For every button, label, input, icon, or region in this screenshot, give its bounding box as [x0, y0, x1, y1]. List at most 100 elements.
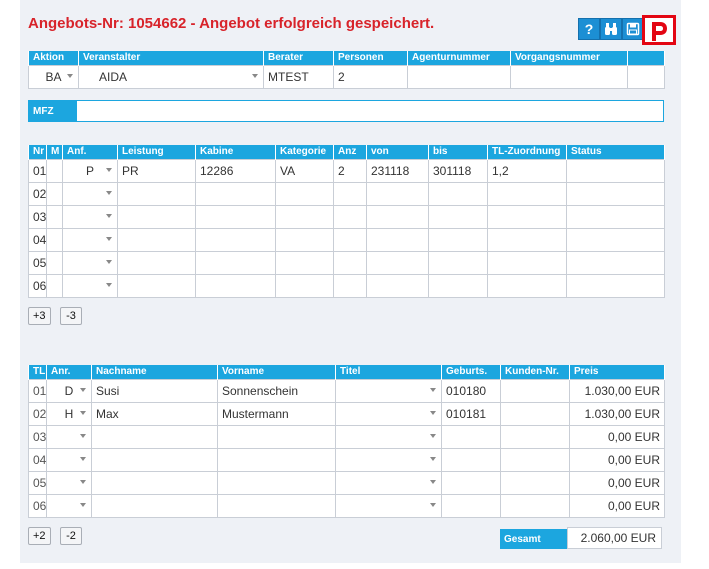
cell-leistung[interactable]	[117, 227, 196, 252]
cell-anr[interactable]	[46, 447, 92, 472]
cell-anr[interactable]: D	[46, 378, 92, 403]
cell-kabine[interactable]	[195, 250, 276, 275]
cell-anf[interactable]	[62, 181, 118, 206]
cell-leistung[interactable]	[117, 204, 196, 229]
cell-titel[interactable]	[335, 401, 442, 426]
cell-vorname[interactable]: Sonnenschein	[217, 378, 336, 403]
mfz-input[interactable]	[77, 101, 663, 121]
cell-von[interactable]	[366, 273, 429, 298]
cell-kabine[interactable]	[195, 204, 276, 229]
cell-anf[interactable]	[62, 204, 118, 229]
cell-m[interactable]	[46, 250, 63, 275]
cell-nachname[interactable]: Susi	[91, 378, 218, 403]
cell-status[interactable]	[566, 158, 665, 183]
search-button[interactable]	[600, 18, 622, 40]
cell-anr[interactable]	[46, 424, 92, 449]
cell-titel[interactable]	[335, 424, 442, 449]
cell-tl[interactable]	[487, 227, 567, 252]
cell-m[interactable]	[46, 227, 63, 252]
cell-von[interactable]	[366, 250, 429, 275]
cell-nachname[interactable]	[91, 447, 218, 472]
cell-kunden[interactable]	[500, 493, 570, 518]
cell-geburts[interactable]	[441, 424, 501, 449]
cell-anf[interactable]	[62, 227, 118, 252]
cell-geburts[interactable]	[441, 447, 501, 472]
cell-anr[interactable]	[46, 470, 92, 495]
cell-titel[interactable]	[335, 378, 442, 403]
cell-kunden[interactable]	[500, 424, 570, 449]
cell-vorname[interactable]	[217, 424, 336, 449]
cell-anf[interactable]	[62, 250, 118, 275]
remove-services-button[interactable]: -3	[60, 307, 82, 325]
cell-kunden[interactable]	[500, 470, 570, 495]
cell-kunden[interactable]	[500, 378, 570, 403]
p-logo-button[interactable]	[642, 15, 676, 45]
cell-m[interactable]	[46, 204, 63, 229]
cell-anz[interactable]: 2	[333, 158, 367, 183]
cell-kategorie[interactable]	[275, 250, 334, 275]
cell-vorname[interactable]	[217, 470, 336, 495]
cell-status[interactable]	[566, 181, 665, 206]
berater-field[interactable]: MTEST	[263, 64, 334, 89]
cell-von[interactable]: 231118	[366, 158, 429, 183]
cell-tl[interactable]	[487, 204, 567, 229]
cell-von[interactable]	[366, 227, 429, 252]
aktion-select[interactable]: BA	[28, 64, 79, 89]
cell-kategorie[interactable]	[275, 227, 334, 252]
cell-anr[interactable]: H	[46, 401, 92, 426]
cell-nachname[interactable]	[91, 493, 218, 518]
cell-anz[interactable]	[333, 227, 367, 252]
cell-status[interactable]	[566, 250, 665, 275]
cell-anz[interactable]	[333, 273, 367, 298]
cell-von[interactable]	[366, 204, 429, 229]
cell-titel[interactable]	[335, 493, 442, 518]
cell-kunden[interactable]	[500, 447, 570, 472]
cell-m[interactable]	[46, 158, 63, 183]
cell-status[interactable]	[566, 273, 665, 298]
add-services-button[interactable]: +3	[28, 307, 51, 325]
cell-tl[interactable]: 1,2	[487, 158, 567, 183]
cell-anf[interactable]: P	[62, 158, 118, 183]
cell-kategorie[interactable]	[275, 204, 334, 229]
cell-leistung[interactable]: PR	[117, 158, 196, 183]
cell-kabine[interactable]	[195, 227, 276, 252]
cell-kategorie[interactable]	[275, 181, 334, 206]
agenturnummer-field[interactable]	[407, 64, 511, 89]
cell-bis[interactable]	[428, 227, 488, 252]
cell-anr[interactable]	[46, 493, 92, 518]
cell-kabine[interactable]	[195, 273, 276, 298]
cell-tl[interactable]	[487, 250, 567, 275]
cell-geburts[interactable]	[441, 493, 501, 518]
cell-geburts[interactable]: 010180	[441, 378, 501, 403]
cell-kabine[interactable]: 12286	[195, 158, 276, 183]
remove-travellers-button[interactable]: -2	[60, 527, 82, 545]
cell-kategorie[interactable]	[275, 273, 334, 298]
save-button[interactable]	[622, 18, 644, 40]
cell-leistung[interactable]	[117, 250, 196, 275]
extra-field[interactable]	[627, 64, 665, 89]
cell-leistung[interactable]	[117, 181, 196, 206]
cell-von[interactable]	[366, 181, 429, 206]
cell-bis[interactable]: 301118	[428, 158, 488, 183]
cell-kategorie[interactable]: VA	[275, 158, 334, 183]
cell-tl[interactable]	[487, 273, 567, 298]
cell-kabine[interactable]	[195, 181, 276, 206]
cell-anf[interactable]	[62, 273, 118, 298]
cell-m[interactable]	[46, 273, 63, 298]
cell-vorname[interactable]	[217, 447, 336, 472]
cell-status[interactable]	[566, 204, 665, 229]
cell-vorname[interactable]	[217, 493, 336, 518]
cell-bis[interactable]	[428, 204, 488, 229]
cell-geburts[interactable]	[441, 470, 501, 495]
cell-nachname[interactable]: Max	[91, 401, 218, 426]
cell-anz[interactable]	[333, 204, 367, 229]
cell-bis[interactable]	[428, 250, 488, 275]
cell-leistung[interactable]	[117, 273, 196, 298]
cell-titel[interactable]	[335, 470, 442, 495]
vorgangsnummer-field[interactable]	[510, 64, 628, 89]
help-button[interactable]: ?	[578, 18, 600, 40]
cell-anz[interactable]	[333, 181, 367, 206]
cell-status[interactable]	[566, 227, 665, 252]
personen-field[interactable]: 2	[333, 64, 408, 89]
cell-m[interactable]	[46, 181, 63, 206]
